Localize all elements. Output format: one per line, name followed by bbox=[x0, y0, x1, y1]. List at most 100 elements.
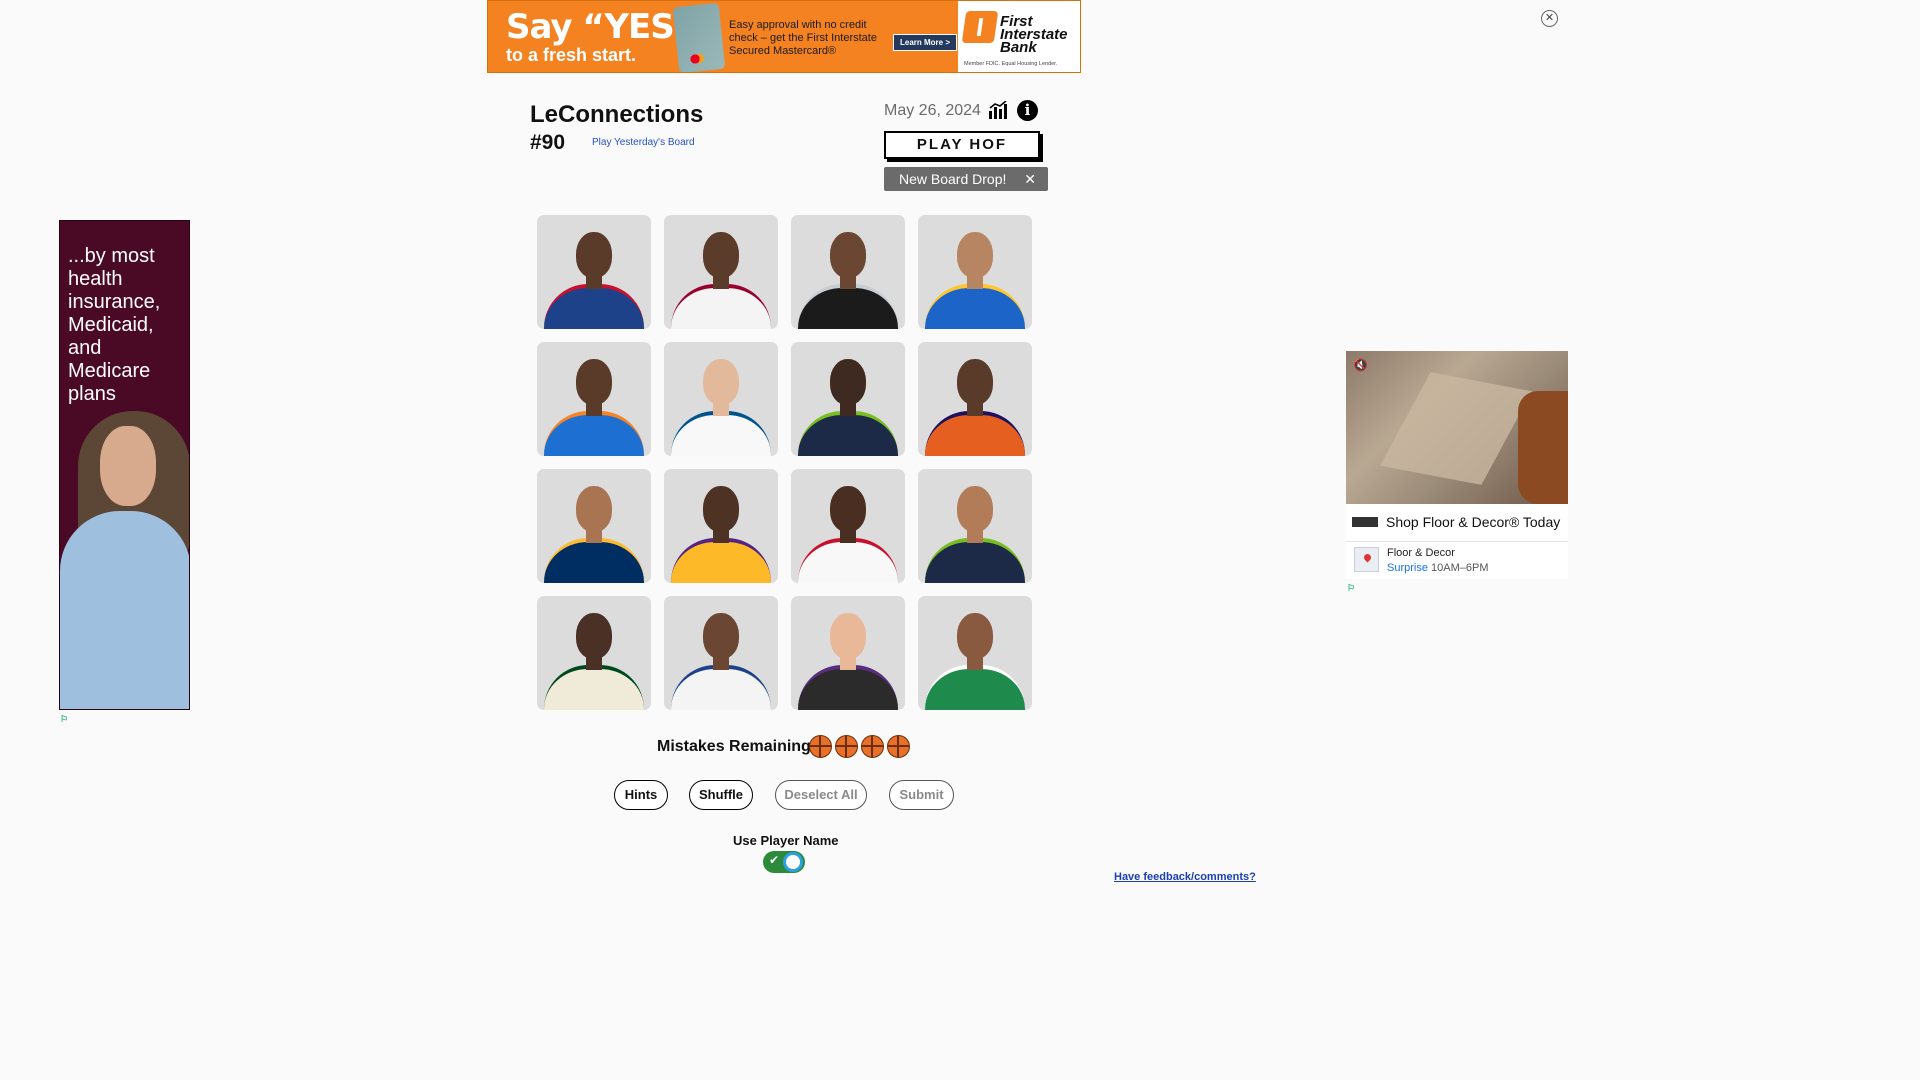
right-ad-divider bbox=[1346, 541, 1568, 542]
player-jersey bbox=[798, 538, 898, 583]
player-jersey bbox=[925, 665, 1025, 710]
check-icon: ✔ bbox=[769, 853, 780, 867]
basketball-icon bbox=[809, 735, 832, 758]
right-ad-city[interactable]: Surprise bbox=[1387, 562, 1428, 574]
player-tile[interactable] bbox=[664, 596, 778, 710]
player-headshot-icon bbox=[830, 486, 866, 532]
new-board-tooltip-text: New Board Drop! bbox=[899, 171, 1007, 187]
basketball-icon bbox=[835, 735, 858, 758]
player-headshot-icon bbox=[957, 232, 993, 278]
ad-chair-image bbox=[1518, 391, 1568, 504]
player-tile[interactable] bbox=[918, 342, 1032, 456]
player-headshot-icon bbox=[830, 359, 866, 405]
ad-choices-icon[interactable]: ⚐ bbox=[1347, 584, 1356, 593]
left-skyscraper-ad[interactable]: ...by most health insurance, Medicaid, a… bbox=[59, 220, 190, 710]
basketball-icon bbox=[887, 735, 910, 758]
play-hof-button[interactable]: PLAY HOF bbox=[884, 131, 1040, 159]
player-tile[interactable] bbox=[537, 342, 651, 456]
player-tile[interactable] bbox=[537, 215, 651, 329]
player-jersey bbox=[544, 538, 644, 583]
close-tooltip-icon[interactable]: ✕ bbox=[1024, 167, 1036, 191]
ad-person-face bbox=[100, 426, 156, 506]
left-ad-text: ...by most health insurance, Medicaid, a… bbox=[68, 245, 161, 405]
top-banner-ad[interactable]: Say “YES” to a fresh start. Easy approva… bbox=[487, 0, 1081, 73]
use-player-name-toggle[interactable]: ✔ bbox=[763, 851, 805, 873]
muted-speaker-icon[interactable]: 🔇 bbox=[1353, 358, 1368, 372]
right-ad-location: Surprise 10AM–6PM bbox=[1387, 562, 1489, 574]
player-tile[interactable] bbox=[664, 469, 778, 583]
player-headshot-icon bbox=[703, 486, 739, 532]
credit-card-image bbox=[672, 2, 726, 72]
player-tile[interactable] bbox=[791, 596, 905, 710]
ad-copy: Easy approval with no credit check – get… bbox=[729, 19, 877, 57]
player-jersey bbox=[798, 284, 898, 329]
player-tile[interactable] bbox=[918, 469, 1032, 583]
ad-person-shirt bbox=[60, 511, 189, 709]
player-jersey bbox=[544, 411, 644, 456]
ad-brand-logo: I First Interstate Bank Member FDIC. Equ… bbox=[958, 1, 1080, 72]
player-jersey bbox=[925, 538, 1025, 583]
player-jersey bbox=[798, 411, 898, 456]
ad-subline: to a fresh start. bbox=[506, 45, 637, 65]
player-headshot-icon bbox=[703, 359, 739, 405]
ad-fine-print: Member FDIC. Equal Housing Lender. bbox=[964, 61, 1058, 67]
player-jersey bbox=[671, 284, 771, 329]
submit-button[interactable]: Submit bbox=[889, 780, 954, 810]
player-jersey bbox=[671, 538, 771, 583]
first-interstate-logo-icon: I bbox=[961, 11, 999, 43]
ad-rug-image bbox=[1380, 372, 1532, 485]
right-ad-hours: 10AM–6PM bbox=[1431, 562, 1489, 574]
player-headshot-icon bbox=[703, 613, 739, 659]
player-tile[interactable] bbox=[918, 215, 1032, 329]
player-headshot-icon bbox=[576, 359, 612, 405]
player-jersey bbox=[671, 411, 771, 456]
ad-choices-icon[interactable]: ⚐ bbox=[60, 715, 69, 724]
player-jersey bbox=[925, 284, 1025, 329]
board-number: #90 bbox=[530, 131, 566, 154]
right-video-ad[interactable]: 🔇 Shop Floor & Decor® Today Floor & Deco… bbox=[1346, 351, 1568, 579]
feedback-link[interactable]: Have feedback/comments? bbox=[1114, 871, 1256, 883]
player-tile[interactable] bbox=[537, 469, 651, 583]
right-ad-headline: Shop Floor & Decor® Today bbox=[1386, 514, 1561, 530]
stats-icon[interactable] bbox=[988, 101, 1010, 120]
new-board-tooltip: New Board Drop! ✕ bbox=[884, 167, 1048, 191]
player-headshot-icon bbox=[957, 359, 993, 405]
player-jersey bbox=[544, 665, 644, 710]
right-ad-store: Floor & Decor bbox=[1387, 547, 1455, 559]
player-headshot-icon bbox=[576, 613, 612, 659]
player-jersey bbox=[544, 284, 644, 329]
floor-decor-logo-icon bbox=[1352, 517, 1378, 527]
player-jersey bbox=[925, 411, 1025, 456]
ad-video-thumbnail[interactable]: 🔇 bbox=[1346, 351, 1568, 504]
ad-learn-more-button[interactable]: Learn More > bbox=[893, 34, 958, 51]
player-jersey bbox=[798, 665, 898, 710]
map-pin-icon bbox=[1354, 547, 1379, 572]
player-tile[interactable] bbox=[918, 596, 1032, 710]
toggle-knob bbox=[783, 852, 803, 872]
close-ad-icon[interactable]: ✕ bbox=[1541, 10, 1558, 27]
player-headshot-icon bbox=[576, 232, 612, 278]
player-tile[interactable] bbox=[791, 215, 905, 329]
board-date: May 26, 2024 bbox=[884, 102, 981, 119]
player-tile[interactable] bbox=[791, 469, 905, 583]
hints-button[interactable]: Hints bbox=[614, 780, 668, 810]
ad-headline: Say “YES” bbox=[506, 7, 696, 47]
page-title: LeConnections bbox=[530, 101, 704, 128]
info-icon[interactable]: i bbox=[1017, 100, 1038, 121]
mistakes-label: Mistakes Remaining: bbox=[657, 738, 817, 755]
player-tile[interactable] bbox=[664, 215, 778, 329]
use-player-name-label: Use Player Name bbox=[733, 833, 839, 848]
play-yesterday-link[interactable]: Play Yesterday's Board bbox=[592, 137, 695, 148]
player-tile[interactable] bbox=[664, 342, 778, 456]
deselect-all-button[interactable]: Deselect All bbox=[775, 780, 867, 810]
player-headshot-icon bbox=[957, 613, 993, 659]
shuffle-button[interactable]: Shuffle bbox=[689, 780, 753, 810]
player-headshot-icon bbox=[576, 486, 612, 532]
player-tile[interactable] bbox=[537, 596, 651, 710]
ad-brand-name: First Interstate Bank bbox=[1000, 13, 1068, 56]
player-headshot-icon bbox=[830, 613, 866, 659]
player-headshot-icon bbox=[703, 232, 739, 278]
player-headshot-icon bbox=[830, 232, 866, 278]
player-jersey bbox=[671, 665, 771, 710]
player-tile[interactable] bbox=[791, 342, 905, 456]
